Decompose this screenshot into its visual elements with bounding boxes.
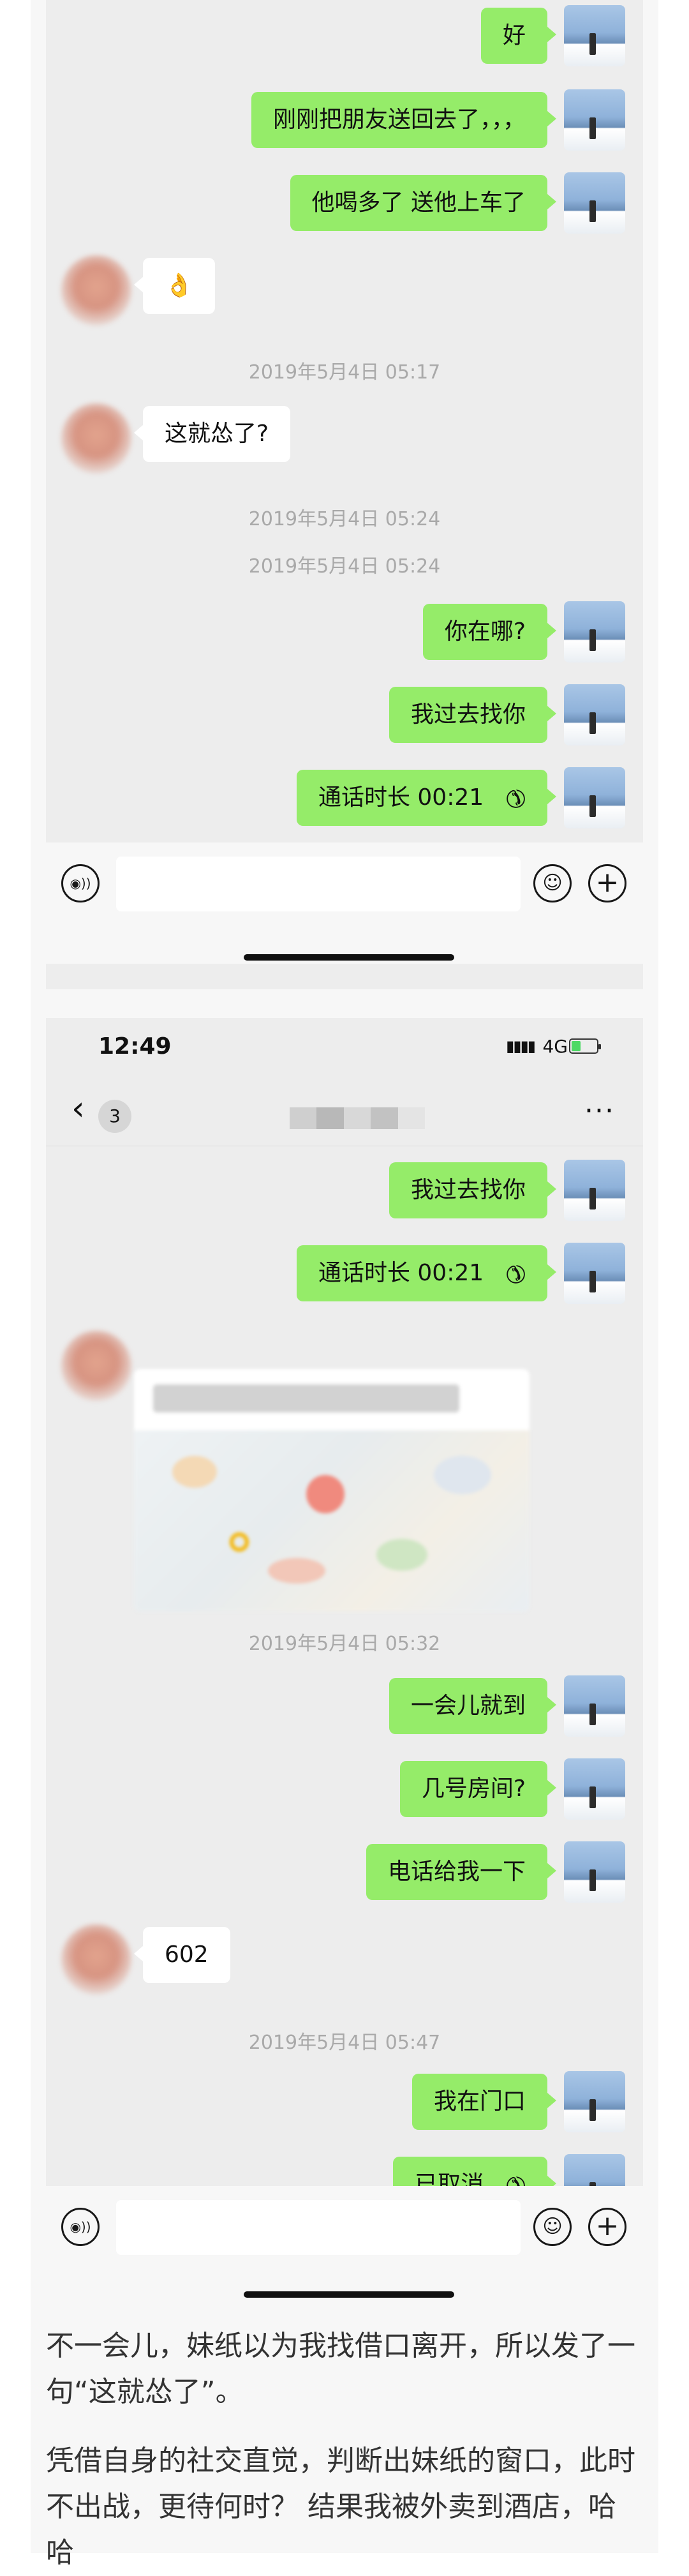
message-timestamp: 2019年5月4日 05:47 <box>248 2032 441 2054</box>
chat-screenshot-2: 12:49 ▮▮▮▮ 4G ‹ 3 ··· 我过去找你 通话时长 00:21 ✆ <box>46 1018 643 2307</box>
outgoing-message[interactable]: 我过去找你 <box>389 687 557 743</box>
outgoing-message[interactable]: 我在门口 <box>411 2074 557 2130</box>
my-avatar[interactable] <box>564 2071 625 2132</box>
message-row: 电话给我一下 <box>46 1841 643 1903</box>
outgoing-message[interactable]: 刚刚把朋友送回去了，，， <box>251 92 557 148</box>
status-bar: 12:49 ▮▮▮▮ 4G <box>46 1018 643 1075</box>
map-blob <box>268 1558 325 1584</box>
message-input[interactable] <box>116 857 521 911</box>
call-duration-text: 通话时长 00:21 <box>318 784 484 811</box>
signal-icon: ▮▮▮▮ <box>506 1037 536 1055</box>
message-row: 通话时长 00:21 ✆ <box>46 1243 643 1304</box>
message-row: 👌 <box>46 255 643 326</box>
my-avatar[interactable] <box>564 1758 625 1820</box>
message-row: 这就怂了? <box>46 403 643 474</box>
message-row: 我过去找你 <box>46 1160 643 1221</box>
home-indicator[interactable] <box>244 954 454 961</box>
message-row: 602 <box>46 1924 643 1995</box>
outgoing-message[interactable]: 好 <box>480 8 557 64</box>
location-share-card[interactable] <box>134 1369 530 1612</box>
back-arrow-icon[interactable]: ‹ <box>71 1092 85 1125</box>
plus-icon[interactable]: + <box>588 2208 626 2246</box>
message-timestamp: 2019年5月4日 05:17 <box>248 361 441 384</box>
incoming-message[interactable]: 602 <box>134 1927 230 1983</box>
status-time: 12:49 <box>98 1033 172 1060</box>
outgoing-message[interactable]: 一会儿就到 <box>389 1678 557 1734</box>
phone-call-icon: ✆ <box>498 781 533 816</box>
my-avatar[interactable] <box>564 89 625 151</box>
message-timestamp: 2019年5月4日 05:32 <box>248 1633 441 1655</box>
more-options-icon[interactable]: ··· <box>584 1095 615 1127</box>
emoji-icon[interactable]: ☺ <box>533 864 572 902</box>
my-avatar[interactable] <box>564 1243 625 1304</box>
location-title-blurred <box>153 1384 459 1412</box>
unread-count-badge[interactable]: 3 <box>98 1100 131 1133</box>
emoji-icon[interactable]: ☺ <box>533 2208 572 2246</box>
chat-input-bar: ◉)) ☺ + <box>46 842 643 964</box>
network-type: 4G <box>542 1036 568 1057</box>
message-row: 我在门口 <box>46 2071 643 2132</box>
voice-input-icon[interactable]: ◉)) <box>61 2208 100 2246</box>
my-avatar[interactable] <box>564 172 625 234</box>
phone-call-icon: ✆ <box>498 1257 533 1291</box>
peer-avatar-blurred[interactable] <box>61 1331 131 1401</box>
message-timestamp: 2019年5月4日 05:24 <box>248 508 441 530</box>
peer-avatar-blurred[interactable] <box>61 255 131 326</box>
message-row: 我过去找你 <box>46 684 643 745</box>
outgoing-message[interactable]: 他喝多了 送他上车了 <box>290 175 557 231</box>
my-avatar[interactable] <box>564 5 625 66</box>
plus-icon[interactable]: + <box>588 864 626 902</box>
map-pin-icon <box>230 1532 249 1552</box>
peer-avatar-blurred[interactable] <box>61 1924 131 1995</box>
home-indicator[interactable] <box>244 2291 454 2298</box>
chat-screenshot-1: 好 刚刚把朋友送回去了，，， 他喝多了 送他上车了 👌 2019年5月4日 05… <box>46 0 643 989</box>
message-input[interactable] <box>116 2200 521 2255</box>
message-row: 你在哪? <box>46 601 643 663</box>
my-avatar[interactable] <box>564 1841 625 1903</box>
message-row: 一会儿就到 <box>46 1675 643 1737</box>
my-avatar[interactable] <box>564 1160 625 1221</box>
peer-avatar-blurred[interactable] <box>61 403 131 474</box>
my-avatar[interactable] <box>564 601 625 663</box>
outgoing-message[interactable]: 我过去找你 <box>389 1162 557 1218</box>
voice-input-icon[interactable]: ◉)) <box>61 864 100 902</box>
map-blob <box>376 1539 427 1571</box>
map-blob <box>172 1456 217 1488</box>
outgoing-message[interactable]: 你在哪? <box>422 604 557 660</box>
map-blob <box>434 1456 491 1494</box>
call-duration-text: 通话时长 00:21 <box>318 1260 484 1286</box>
article-paragraph-2: 凭借自身的社交直觉，判断出妹纸的窗口，此时不出战，更待何时？ 结果我被外卖到酒店… <box>46 2445 635 2569</box>
incoming-message[interactable]: 这就怂了? <box>133 406 291 462</box>
map-blob <box>306 1475 344 1513</box>
outgoing-message[interactable]: 几号房间? <box>399 1761 557 1817</box>
my-avatar[interactable] <box>564 1675 625 1737</box>
message-row: 通话时长 00:21 ✆ <box>46 767 643 828</box>
location-map-preview <box>134 1430 530 1612</box>
message-row: 刚刚把朋友送回去了，，， <box>46 89 643 151</box>
chat-nav-bar: ‹ 3 ··· <box>46 1075 643 1146</box>
my-avatar[interactable] <box>564 684 625 745</box>
battery-charging-icon <box>569 1038 601 1054</box>
call-record-message[interactable]: 通话时长 00:21 ✆ <box>296 1245 557 1301</box>
message-row: 他喝多了 送他上车了 <box>46 172 643 234</box>
chat-input-bar: ◉)) ☺ + <box>46 2186 643 2307</box>
message-row: 几号房间? <box>46 1758 643 1820</box>
contact-name-mosaic <box>290 1107 426 1129</box>
my-avatar[interactable] <box>564 767 625 828</box>
message-row: 好 <box>46 5 643 66</box>
call-record-message[interactable]: 通话时长 00:21 ✆ <box>296 770 557 826</box>
article-paragraph-1: 不一会儿，妹纸以为我找借口离开，所以发了一句“这就怂了”。 <box>46 2330 635 2408</box>
message-timestamp: 2019年5月4日 05:24 <box>248 555 441 578</box>
outgoing-message[interactable]: 电话给我一下 <box>366 1844 557 1900</box>
incoming-message[interactable]: 👌 <box>134 258 215 314</box>
